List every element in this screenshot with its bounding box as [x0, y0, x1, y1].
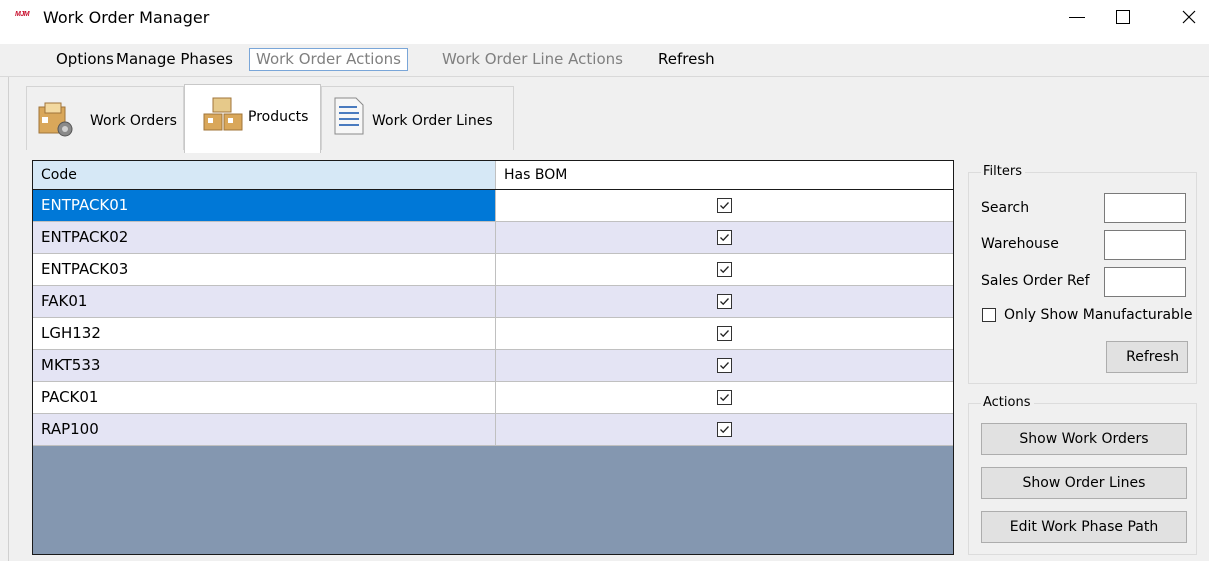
table-row[interactable]: FAK01 — [33, 286, 953, 318]
filters-refresh-button[interactable]: Refresh — [1106, 341, 1188, 373]
checkmark-icon — [720, 330, 729, 338]
table-row[interactable]: PACK01 — [33, 382, 953, 414]
code-cell[interactable]: ENTPACK01 — [33, 190, 496, 221]
menu-manage-phases[interactable]: Manage Phases — [110, 49, 239, 70]
sales-order-ref-input[interactable] — [1104, 267, 1186, 297]
has-bom-cell[interactable] — [496, 414, 953, 445]
code-cell[interactable]: PACK01 — [33, 382, 496, 413]
only-manufacturable-label: Only Show Manufacturable — [1004, 307, 1193, 323]
menu-refresh[interactable]: Refresh — [652, 49, 721, 70]
has-bom-checkbox[interactable] — [717, 262, 732, 277]
title-bar: MJM Work Order Manager — [0, 0, 1212, 34]
checkmark-icon — [720, 362, 729, 370]
tab-label: Work Order Lines — [372, 113, 493, 129]
menu-bar: Options Manage Phases Work Order Actions… — [0, 44, 1209, 77]
table-row[interactable]: ENTPACK01 — [33, 190, 953, 222]
table-row[interactable]: LGH132 — [33, 318, 953, 350]
has-bom-checkbox[interactable] — [717, 326, 732, 341]
has-bom-checkbox[interactable] — [717, 390, 732, 405]
show-work-orders-button[interactable]: Show Work Orders — [981, 423, 1187, 455]
has-bom-checkbox[interactable] — [717, 198, 732, 213]
has-bom-cell[interactable] — [496, 286, 953, 317]
maximize-button[interactable] — [1100, 0, 1146, 34]
window-title: Work Order Manager — [43, 8, 210, 27]
code-cell[interactable]: ENTPACK03 — [33, 254, 496, 285]
code-cell[interactable]: ENTPACK02 — [33, 222, 496, 253]
show-order-lines-button[interactable]: Show Order Lines — [981, 467, 1187, 499]
menu-work-order-actions[interactable]: Work Order Actions — [249, 48, 408, 71]
table-row[interactable]: RAP100 — [33, 414, 953, 446]
search-label: Search — [981, 200, 1030, 216]
actions-title: Actions — [981, 395, 1034, 410]
code-cell[interactable]: MKT533 — [33, 350, 496, 381]
sales-order-ref-label: Sales Order Ref — [981, 273, 1090, 289]
maximize-icon — [1116, 10, 1130, 24]
checkmark-icon — [720, 202, 729, 210]
search-input[interactable] — [1104, 193, 1186, 223]
has-bom-checkbox[interactable] — [717, 230, 732, 245]
minimize-button[interactable] — [1054, 0, 1100, 34]
table-row[interactable]: ENTPACK02 — [33, 222, 953, 254]
tab-work-order-lines[interactable]: Work Order Lines — [321, 86, 514, 150]
work-orders-icon — [38, 102, 73, 137]
actions-group: Actions Show Work Orders Show Order Line… — [968, 395, 1197, 555]
column-header-code[interactable]: Code — [33, 161, 496, 189]
filters-title: Filters — [981, 164, 1025, 179]
code-cell[interactable]: FAK01 — [33, 286, 496, 317]
checkmark-icon — [720, 234, 729, 242]
app-logo: MJM — [15, 11, 30, 18]
has-bom-checkbox[interactable] — [717, 294, 732, 309]
has-bom-cell[interactable] — [496, 222, 953, 253]
has-bom-checkbox[interactable] — [717, 422, 732, 437]
filters-group: Filters Search Warehouse Sales Order Ref… — [968, 164, 1197, 384]
table-row[interactable]: ENTPACK03 — [33, 254, 953, 286]
tab-work-orders[interactable]: Work Orders — [26, 86, 184, 150]
products-grid[interactable]: Code Has BOM ENTPACK01 ENTPACK02 ENTPACK03… — [32, 160, 954, 555]
has-bom-cell[interactable] — [496, 254, 953, 285]
checkmark-icon — [720, 298, 729, 306]
column-header-has-bom[interactable]: Has BOM — [496, 161, 953, 189]
code-cell[interactable]: LGH132 — [33, 318, 496, 349]
document-icon — [334, 97, 364, 135]
menu-work-order-line-actions[interactable]: Work Order Line Actions — [436, 49, 629, 70]
warehouse-input[interactable] — [1104, 230, 1186, 260]
tab-label: Work Orders — [90, 113, 177, 129]
grid-header: Code Has BOM — [33, 161, 953, 190]
checkmark-icon — [720, 266, 729, 274]
has-bom-cell[interactable] — [496, 382, 953, 413]
products-icon — [203, 97, 243, 131]
tab-products[interactable]: Products — [184, 84, 321, 154]
tab-label: Products — [248, 109, 309, 125]
has-bom-cell[interactable] — [496, 350, 953, 381]
close-icon — [1182, 10, 1196, 24]
has-bom-cell[interactable] — [496, 318, 953, 349]
edit-work-phase-path-button[interactable]: Edit Work Phase Path — [981, 511, 1187, 543]
warehouse-label: Warehouse — [981, 236, 1059, 252]
table-row[interactable]: MKT533 — [33, 350, 953, 382]
left-edge — [8, 77, 9, 561]
checkmark-icon — [720, 426, 729, 434]
only-manufacturable-checkbox[interactable] — [982, 308, 996, 322]
has-bom-checkbox[interactable] — [717, 358, 732, 373]
code-cell[interactable]: RAP100 — [33, 414, 496, 445]
minimize-icon — [1069, 16, 1085, 18]
close-button[interactable] — [1166, 0, 1212, 34]
checkmark-icon — [720, 394, 729, 402]
has-bom-cell[interactable] — [496, 190, 953, 221]
